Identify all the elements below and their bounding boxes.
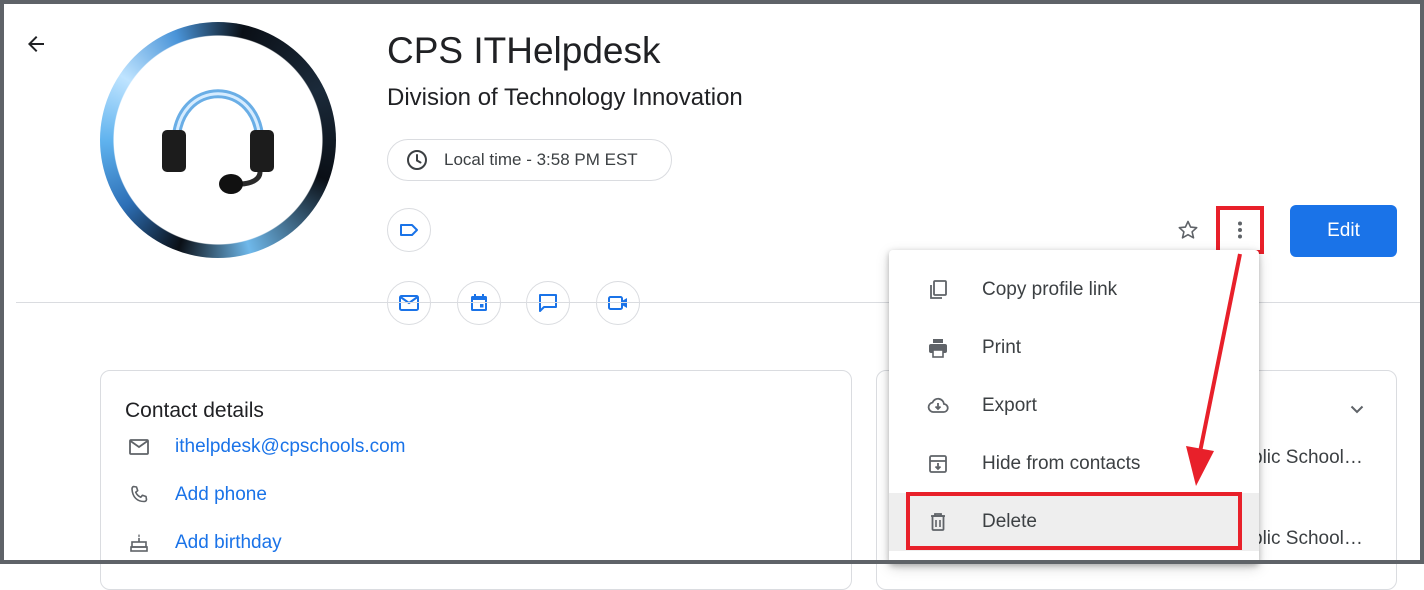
clock-icon: [404, 147, 430, 173]
chat-button[interactable]: [526, 281, 570, 325]
video-icon: [608, 296, 627, 310]
add-birthday-link[interactable]: Add birthday: [175, 532, 282, 554]
hide-icon: [924, 450, 952, 478]
more-options-button[interactable]: [1216, 206, 1264, 254]
more-options-menu: Copy profile link Print Export Hide from…: [889, 250, 1259, 564]
expand-card-button[interactable]: [1345, 397, 1369, 426]
menu-item-hide-from-contacts[interactable]: Hide from contacts: [889, 435, 1259, 493]
email-link[interactable]: ithelpdesk@cpschools.com: [175, 436, 406, 458]
email-row[interactable]: ithelpdesk@cpschools.com: [125, 433, 406, 461]
edit-button[interactable]: Edit: [1290, 205, 1397, 257]
organization-line-1: blic School…: [1252, 447, 1363, 468]
menu-item-copy-profile-link[interactable]: Copy profile link: [889, 261, 1259, 319]
local-time-text: Local time - 3:58 PM EST: [444, 150, 638, 169]
email-outline-icon: [125, 433, 153, 461]
headset-icon: [162, 89, 274, 194]
contact-avatar: [100, 22, 336, 258]
calendar-icon: [471, 294, 487, 311]
menu-item-label: Hide from contacts: [982, 453, 1141, 474]
add-phone-row[interactable]: Add phone: [125, 481, 267, 509]
menu-item-delete[interactable]: Delete: [889, 493, 1259, 551]
label-icon: [400, 224, 418, 236]
back-arrow-icon: [28, 36, 44, 52]
back-button[interactable]: [22, 30, 50, 58]
copy-link-icon: [924, 276, 952, 304]
star-icon: [1178, 220, 1198, 239]
video-call-button[interactable]: [596, 281, 640, 325]
add-phone-link[interactable]: Add phone: [175, 484, 267, 506]
trash-icon: [924, 508, 952, 536]
phone-icon: [125, 481, 153, 509]
add-birthday-row[interactable]: Add birthday: [125, 529, 282, 557]
star-button[interactable]: [1174, 216, 1202, 244]
local-time-chip: Local time - 3:58 PM EST: [387, 139, 672, 181]
export-icon: [924, 392, 952, 420]
cake-icon: [125, 529, 153, 557]
menu-item-print[interactable]: Print: [889, 319, 1259, 377]
email-icon: [399, 295, 419, 311]
organization-line-2: blic School…: [1252, 528, 1363, 549]
contact-name: CPS ITHelpdesk: [387, 30, 661, 71]
menu-item-label: Print: [982, 337, 1022, 358]
contact-organization: Division of Technology Innovation: [387, 84, 743, 111]
label-button[interactable]: [387, 208, 431, 252]
print-icon: [924, 334, 952, 362]
menu-item-label: Export: [982, 395, 1037, 416]
contact-details-title: Contact details: [125, 399, 264, 422]
more-vert-icon: [1238, 221, 1242, 239]
menu-item-export[interactable]: Export: [889, 377, 1259, 435]
chevron-down-icon: [1350, 405, 1364, 414]
menu-item-label: Delete: [982, 511, 1037, 532]
chat-icon: [539, 294, 557, 312]
email-button[interactable]: [387, 281, 431, 325]
menu-item-label: Copy profile link: [982, 279, 1118, 300]
calendar-button[interactable]: [457, 281, 501, 325]
contact-details-card: Contact details ithelpdesk@cpschools.com…: [100, 370, 852, 590]
